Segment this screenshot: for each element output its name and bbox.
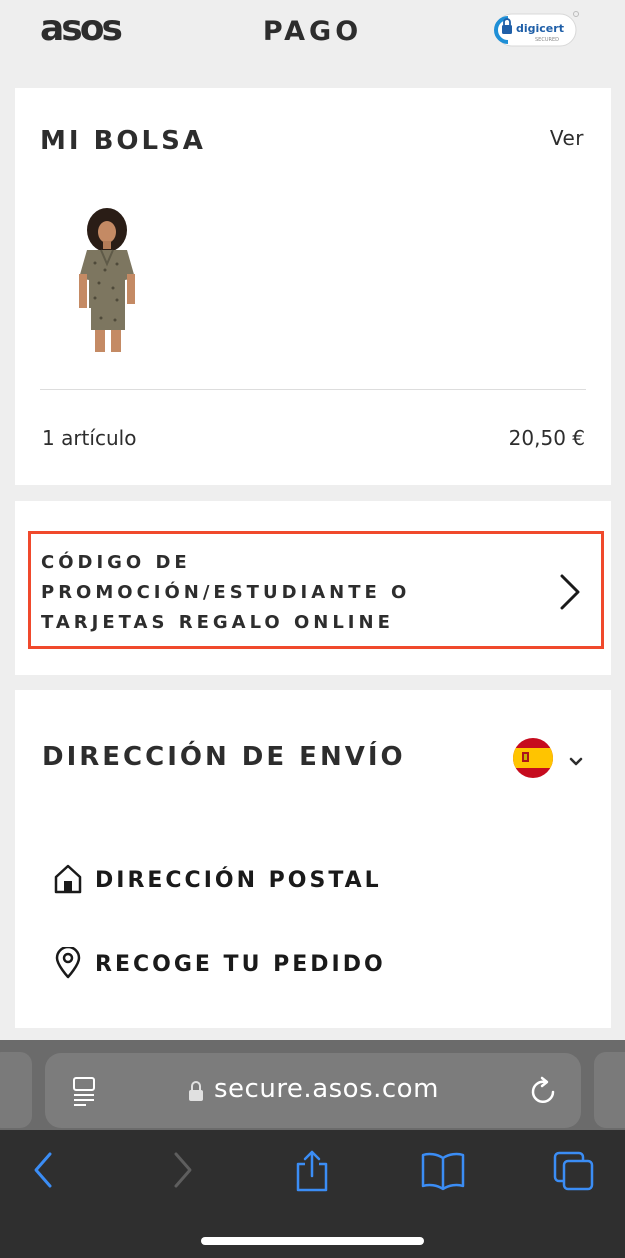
- browser-nav-bar: [0, 1130, 625, 1258]
- home-indicator: [201, 1237, 424, 1245]
- pickup-option[interactable]: RECOGE TU PEDIDO: [53, 944, 413, 984]
- bag-card: MI BOLSA Ver 1 artículo 20,50 €: [15, 88, 611, 485]
- bag-divider: [40, 389, 586, 390]
- pickup-label: RECOGE TU PEDIDO: [95, 952, 386, 977]
- reload-icon[interactable]: [529, 1075, 559, 1107]
- browser-toolbar: secure.asos.com: [0, 1040, 625, 1258]
- bookmarks-icon[interactable]: [420, 1150, 466, 1192]
- shipping-title: DIRECCIÓN DE ENVÍO: [42, 742, 406, 772]
- promo-code-label: CÓDIGO DE PROMOCIÓN/ESTUDIANTE O TARJETA…: [41, 552, 411, 633]
- chevron-right-icon: [559, 574, 581, 610]
- previous-tab-preview[interactable]: [0, 1052, 32, 1128]
- product-thumbnail: [65, 208, 145, 358]
- digicert-badge[interactable]: digicert SECURED: [488, 8, 580, 52]
- lock-icon: [188, 1080, 204, 1102]
- promo-card: CÓDIGO DE PROMOCIÓN/ESTUDIANTE O TARJETA…: [15, 501, 611, 675]
- digicert-badge-text: digicert: [516, 22, 564, 35]
- page-menu-icon[interactable]: [71, 1075, 97, 1107]
- house-icon: [53, 863, 83, 895]
- next-tab-preview[interactable]: [594, 1052, 625, 1128]
- view-bag-link[interactable]: Ver: [550, 126, 584, 150]
- postal-address-option[interactable]: DIRECCIÓN POSTAL: [53, 860, 413, 900]
- chevron-down-icon[interactable]: [569, 752, 583, 766]
- forward-arrow-icon[interactable]: [170, 1150, 194, 1192]
- url-text: secure.asos.com: [214, 1074, 439, 1104]
- bag-item-count: 1 artículo: [42, 426, 137, 450]
- digicert-badge-subtext: SECURED: [535, 37, 559, 43]
- address-bar[interactable]: secure.asos.com: [45, 1053, 581, 1128]
- bag-total-price: 20,50 €: [508, 426, 585, 450]
- back-arrow-icon[interactable]: [32, 1150, 56, 1192]
- spain-flag-icon[interactable]: [513, 738, 553, 778]
- checkout-header: asos PAGO digicert SECURED: [0, 0, 625, 72]
- tabs-icon[interactable]: [552, 1150, 596, 1192]
- promo-code-button[interactable]: CÓDIGO DE PROMOCIÓN/ESTUDIANTE O TARJETA…: [28, 531, 604, 649]
- bag-title: MI BOLSA: [40, 126, 206, 156]
- postal-address-label: DIRECCIÓN POSTAL: [95, 868, 382, 893]
- share-icon[interactable]: [293, 1150, 331, 1192]
- location-pin-icon: [53, 945, 83, 979]
- address-bar-area: secure.asos.com: [0, 1040, 625, 1130]
